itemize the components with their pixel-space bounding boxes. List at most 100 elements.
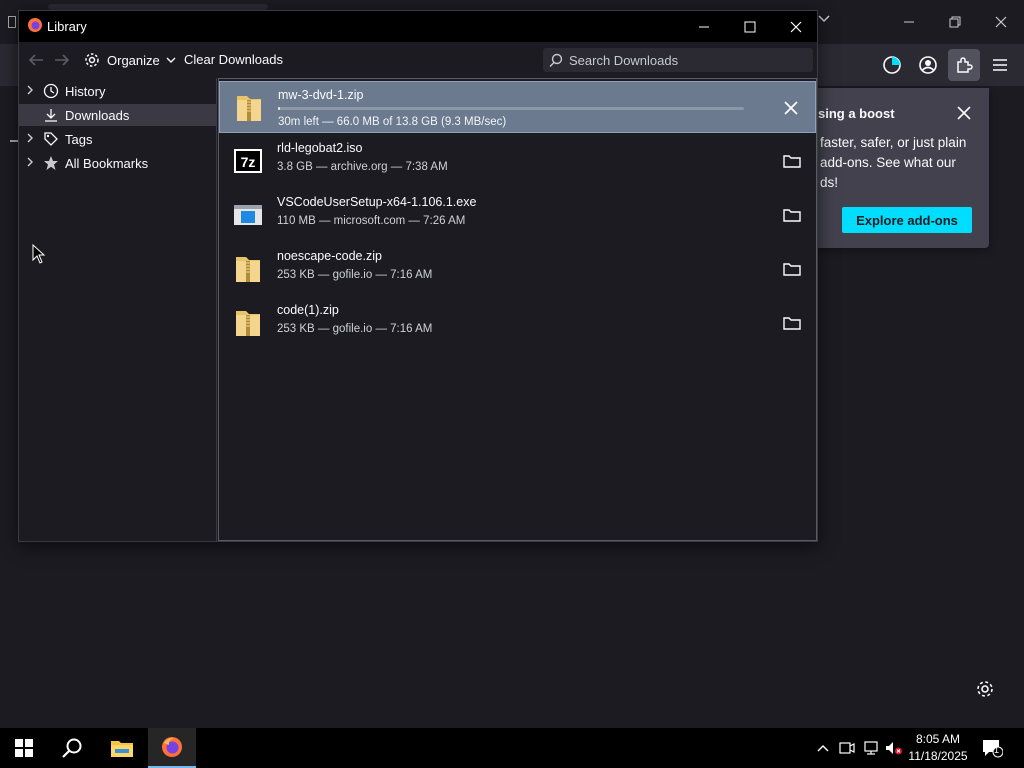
clock-time: 8:05 AM <box>915 732 961 746</box>
tab-list-chevron-icon[interactable] <box>818 12 830 26</box>
windows-taskbar: 8:05 AM 11/18/2025 1 <box>0 728 1024 768</box>
firefox-logo-icon <box>27 17 43 33</box>
firefox-minimize-button[interactable] <box>894 8 924 36</box>
notification-count-badge: 1 <box>994 745 1000 755</box>
show-in-folder-button[interactable] <box>782 313 802 333</box>
close-icon <box>957 106 971 120</box>
meet-now-icon[interactable] <box>838 738 856 758</box>
download-status: 30m left — 66.0 MB of 13.8 GB (9.3 MB/se… <box>278 116 507 128</box>
firefox-taskbar-button[interactable] <box>148 728 196 768</box>
file-explorer-button[interactable] <box>98 728 146 768</box>
download-progress-bar <box>278 107 744 110</box>
clear-downloads-button[interactable]: Clear Downloads <box>184 52 283 67</box>
show-in-folder-button[interactable] <box>782 151 802 171</box>
downloads-list: mw-3-dvd-1.zip 30m left — 66.0 MB of 13.… <box>218 78 817 541</box>
library-close-button[interactable] <box>773 11 819 42</box>
folder-icon <box>783 317 801 330</box>
show-hidden-icons-button[interactable] <box>814 738 832 758</box>
firefox-view-icon <box>883 56 901 74</box>
download-item[interactable]: 7z rld-legobat2.iso 3.8 GB — archive.org… <box>219 135 816 189</box>
explore-addons-button[interactable]: Explore add-ons <box>842 207 972 233</box>
expand-chevron-icon[interactable] <box>27 157 37 170</box>
organize-menu-button[interactable]: Organize <box>83 48 176 72</box>
volume-muted-icon[interactable] <box>884 738 904 758</box>
7z-file-icon: 7z <box>233 145 263 177</box>
chevron-down-icon <box>166 57 176 63</box>
firefox-view-button[interactable] <box>876 49 908 81</box>
extensions-button[interactable] <box>948 49 980 81</box>
close-icon <box>790 21 802 32</box>
firefox-restore-button[interactable] <box>940 8 970 36</box>
sidebar-item-label: Downloads <box>65 107 130 123</box>
download-status: 3.8 GB — archive.org — 7:38 AM <box>277 161 448 173</box>
library-titlebar[interactable]: Library <box>19 11 817 42</box>
start-button[interactable] <box>0 728 48 768</box>
search-downloads-box[interactable] <box>543 48 813 72</box>
sidebar-item-label: History <box>65 83 106 99</box>
minimize-icon <box>699 26 709 27</box>
action-center-button[interactable]: 1 <box>980 738 1004 758</box>
library-maximize-button[interactable] <box>727 11 773 42</box>
mouse-cursor-icon <box>32 243 46 264</box>
sidebar-item-tags[interactable]: Tags <box>19 128 217 150</box>
back-arrow-icon[interactable] <box>27 52 45 68</box>
download-filename: noescape-code.zip <box>277 249 382 263</box>
download-item[interactable]: VSCodeUserSetup-x64-1.106.1.exe 110 MB —… <box>219 189 816 243</box>
search-downloads-input[interactable] <box>569 52 799 68</box>
library-sidebar: History Downloads Tags All Bookmarks <box>19 78 217 541</box>
addons-popup: sing a boost faster, safer, or just plai… <box>818 88 989 248</box>
gear-icon <box>977 681 993 697</box>
show-in-folder-button[interactable] <box>782 259 802 279</box>
zip-file-icon <box>234 92 264 124</box>
popup-close-button[interactable] <box>955 104 973 122</box>
firefox-close-button[interactable] <box>986 8 1016 36</box>
library-window: Library Organize Clear Downloads Search … <box>18 10 818 542</box>
hamburger-icon <box>993 59 1007 71</box>
menu-button[interactable] <box>984 49 1016 81</box>
download-status: 110 MB — microsoft.com — 7:26 AM <box>277 215 466 227</box>
toolbar-edge <box>10 140 18 142</box>
sidebar-item-downloads[interactable]: Downloads <box>19 104 217 126</box>
library-minimize-button[interactable] <box>681 11 727 42</box>
download-item[interactable]: mw-3-dvd-1.zip 30m left — 66.0 MB of 13.… <box>219 81 816 133</box>
library-title: Library <box>47 19 87 34</box>
settings-gear-button[interactable] <box>974 678 996 700</box>
organize-label: Organize <box>107 52 160 68</box>
search-icon <box>62 738 82 758</box>
sidebar-item-history[interactable]: History <box>19 80 217 102</box>
popup-title: sing a boost <box>818 106 895 121</box>
close-icon <box>784 101 798 115</box>
folder-icon <box>783 263 801 276</box>
download-item[interactable]: noescape-code.zip 253 KB — gofile.io — 7… <box>219 243 816 297</box>
star-icon <box>43 155 59 171</box>
account-button[interactable] <box>912 49 944 81</box>
clock-date: 11/18/2025 <box>908 749 968 763</box>
taskbar-search-button[interactable] <box>48 728 96 768</box>
search-icon <box>549 53 563 67</box>
expand-chevron-icon[interactable] <box>27 133 37 146</box>
svg-text:7z: 7z <box>241 154 256 170</box>
download-status: 253 KB — gofile.io — 7:16 AM <box>277 269 433 281</box>
cancel-download-button[interactable] <box>781 98 801 118</box>
file-explorer-icon <box>111 741 133 757</box>
chevron-up-icon <box>817 745 829 752</box>
history-icon <box>43 83 59 99</box>
zip-file-icon <box>233 253 263 285</box>
download-filename: VSCodeUserSetup-x64-1.106.1.exe <box>277 195 477 209</box>
forward-arrow-icon[interactable] <box>53 52 71 68</box>
firefox-icon <box>162 737 182 757</box>
show-in-folder-button[interactable] <box>782 205 802 225</box>
download-status: 253 KB — gofile.io — 7:16 AM <box>277 323 433 335</box>
popup-body: faster, safer, or just plain add-ons. Se… <box>820 135 967 190</box>
maximize-icon <box>744 21 756 32</box>
sidebar-item-label: Tags <box>65 131 93 147</box>
expand-chevron-icon[interactable] <box>27 85 37 98</box>
puzzle-icon <box>957 57 973 73</box>
progress-fill <box>278 107 281 110</box>
download-item[interactable]: code(1).zip 253 KB — gofile.io — 7:16 AM <box>219 297 816 351</box>
sidebar-item-all-bookmarks[interactable]: All Bookmarks <box>19 152 217 174</box>
folder-icon <box>783 155 801 168</box>
window-edge <box>8 16 16 28</box>
network-icon[interactable] <box>862 738 880 758</box>
taskbar-clock[interactable]: 8:05 AM 11/18/2025 <box>906 731 970 765</box>
